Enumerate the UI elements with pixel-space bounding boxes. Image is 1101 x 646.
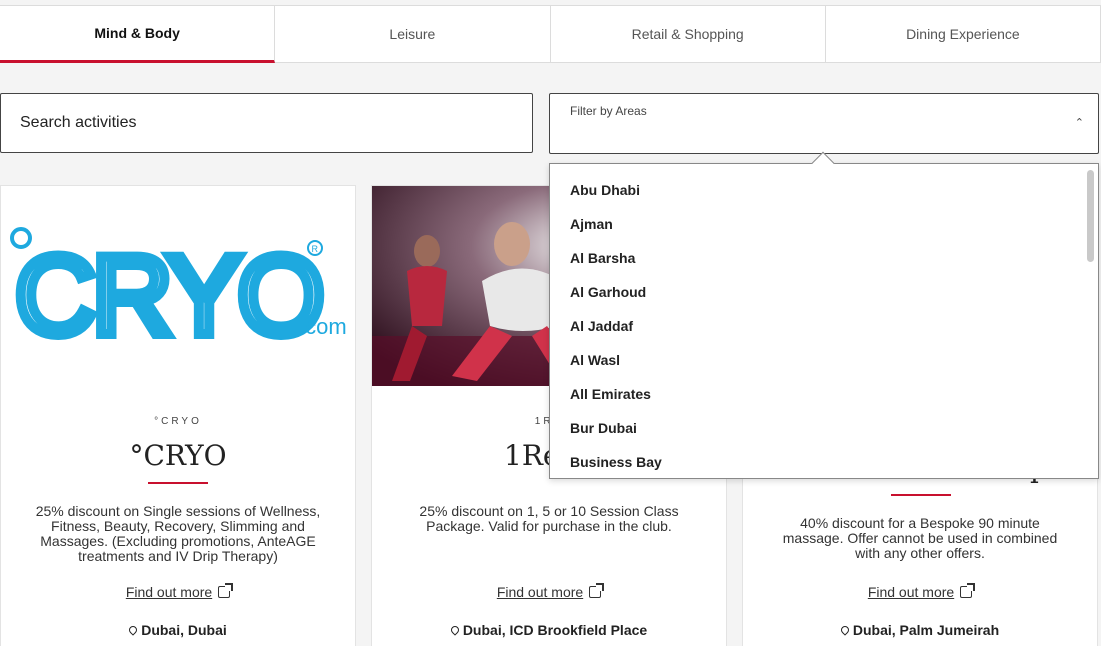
external-link-icon (218, 583, 234, 598)
find-out-more-link[interactable]: Find out more (743, 583, 1097, 600)
area-option[interactable]: Bur Dubai (550, 411, 1098, 445)
title-divider (148, 482, 208, 484)
title-divider (891, 494, 951, 496)
svg-text:.com: .com (299, 314, 347, 339)
location-pin-icon (127, 624, 139, 636)
tab-leisure[interactable]: Leisure (275, 5, 551, 63)
card-brand: °CRYO (154, 416, 202, 427)
card-description: 25% discount on Single sessions of Welln… (35, 503, 321, 564)
location-pin-icon (839, 624, 851, 636)
filter-label: Filter by Areas (570, 104, 647, 118)
search-input[interactable]: Search activities (0, 93, 533, 153)
card-description: 40% discount for a Bespoke 90 minute mas… (782, 515, 1058, 561)
area-option[interactable]: Ajman (550, 207, 1098, 241)
areas-dropdown: Abu Dhabi Ajman Al Barsha Al Garhoud Al Jadd… (549, 163, 1099, 479)
areas-list: Abu Dhabi Ajman Al Barsha Al Garhoud Al Jadd… (550, 164, 1098, 478)
external-link-icon (960, 583, 976, 598)
svg-text:CRYO: CRYO (15, 233, 321, 358)
area-option[interactable]: Al Barsha (550, 241, 1098, 275)
svg-text:R: R (312, 244, 319, 254)
area-option[interactable]: All Emirates (550, 377, 1098, 411)
area-option[interactable]: Al Garhoud (550, 275, 1098, 309)
filter-areas-select[interactable]: Filter by Areas ⌃ (549, 93, 1099, 154)
area-option[interactable]: Al Wasl (550, 343, 1098, 377)
chevron-up-icon[interactable]: ⌃ (1075, 116, 1084, 129)
category-tabs: Mind & Body Leisure Retail & Shopping Di… (0, 5, 1101, 63)
tab-retail-shopping[interactable]: Retail & Shopping (550, 5, 826, 63)
find-out-more-link[interactable]: Find out more (1, 583, 355, 600)
card-description: 25% discount on 1, 5 or 10 Session Class… (419, 503, 679, 534)
card-title: °CRYO (129, 439, 227, 472)
tab-dining-experience[interactable]: Dining Experience (825, 5, 1101, 63)
dropdown-scrollbar[interactable] (1087, 166, 1096, 476)
cryo-logo: CRYO .com R (1, 186, 355, 386)
card-location: Dubai, ICD Brookfield Place (372, 622, 726, 638)
location-pin-icon (449, 624, 461, 636)
external-link-icon (589, 583, 605, 598)
scrollbar-thumb[interactable] (1087, 170, 1094, 262)
area-option[interactable]: Abu Dhabi (550, 173, 1098, 207)
tab-mind-body[interactable]: Mind & Body (0, 5, 276, 63)
area-option[interactable]: Business Bay (550, 445, 1098, 478)
find-out-more-link[interactable]: Find out more (372, 583, 726, 600)
card-location: Dubai, Dubai (1, 622, 355, 638)
offer-card-cryo: CRYO .com R °CRYO °CRYO 25% discount on … (0, 185, 356, 646)
area-option[interactable]: Al Jaddaf (550, 309, 1098, 343)
card-location: Dubai, Palm Jumeirah (743, 622, 1097, 638)
